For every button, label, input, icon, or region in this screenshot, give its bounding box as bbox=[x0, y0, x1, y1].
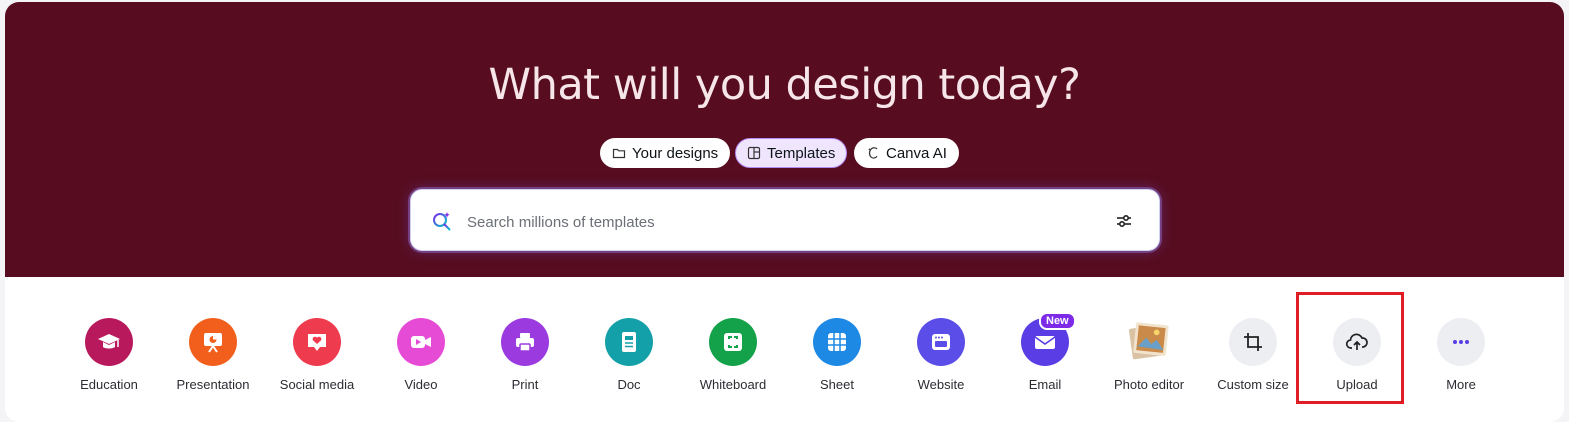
shortcut-custom-size[interactable]: Custom size bbox=[1203, 318, 1303, 392]
tab-label: Canva AI bbox=[886, 144, 947, 162]
tab-label: Your designs bbox=[632, 144, 719, 162]
filter-icon[interactable] bbox=[1115, 212, 1133, 230]
shortcut-website[interactable]: Website bbox=[891, 318, 991, 392]
shortcut-whiteboard[interactable]: Whiteboard bbox=[683, 318, 783, 392]
tab-label: Templates bbox=[767, 144, 836, 162]
magic-search-icon bbox=[431, 210, 453, 232]
hero-banner: What will you design today? Your designs… bbox=[5, 2, 1564, 277]
custom-size-icon bbox=[1229, 318, 1277, 366]
new-badge: New bbox=[1039, 312, 1076, 330]
presentation-icon bbox=[189, 318, 237, 366]
photo-editor-icon bbox=[1125, 318, 1173, 366]
search-box bbox=[410, 189, 1160, 251]
email-icon: New bbox=[1021, 312, 1076, 366]
canva-ai-icon bbox=[866, 146, 880, 160]
tab-templates[interactable]: Templates bbox=[735, 138, 848, 168]
whiteboard-icon bbox=[709, 318, 757, 366]
shortcut-sheet[interactable]: Sheet bbox=[787, 318, 887, 392]
shortcut-social-media[interactable]: Social media bbox=[267, 318, 367, 392]
shortcut-print[interactable]: Print bbox=[475, 318, 575, 392]
template-icon bbox=[747, 146, 761, 160]
printer-icon bbox=[501, 318, 549, 366]
shortcut-video[interactable]: Video bbox=[371, 318, 471, 392]
shortcut-email[interactable]: New Email bbox=[995, 312, 1095, 392]
design-tabs: Your designs Templates Canva AI bbox=[5, 138, 1564, 170]
folder-icon bbox=[612, 146, 626, 160]
graduation-cap-icon bbox=[85, 318, 133, 366]
page-title: What will you design today? bbox=[488, 60, 1081, 110]
video-icon bbox=[397, 318, 445, 366]
doc-icon bbox=[605, 318, 653, 366]
upload-highlight-box bbox=[1296, 292, 1404, 404]
shortcut-doc[interactable]: Doc bbox=[579, 318, 679, 392]
more-dots-icon bbox=[1437, 318, 1485, 366]
shortcut-more[interactable]: More bbox=[1411, 318, 1511, 392]
shortcut-presentation[interactable]: Presentation bbox=[163, 318, 263, 392]
tab-your-designs[interactable]: Your designs bbox=[600, 138, 731, 168]
sheet-icon bbox=[813, 318, 861, 366]
heart-chat-icon bbox=[293, 318, 341, 366]
tab-canva-ai[interactable]: Canva AI bbox=[854, 138, 959, 168]
shortcut-education[interactable]: Education bbox=[59, 318, 159, 392]
shortcut-photo-editor[interactable]: Photo editor bbox=[1099, 318, 1199, 392]
search-input[interactable] bbox=[465, 206, 1089, 238]
website-icon bbox=[917, 318, 965, 366]
